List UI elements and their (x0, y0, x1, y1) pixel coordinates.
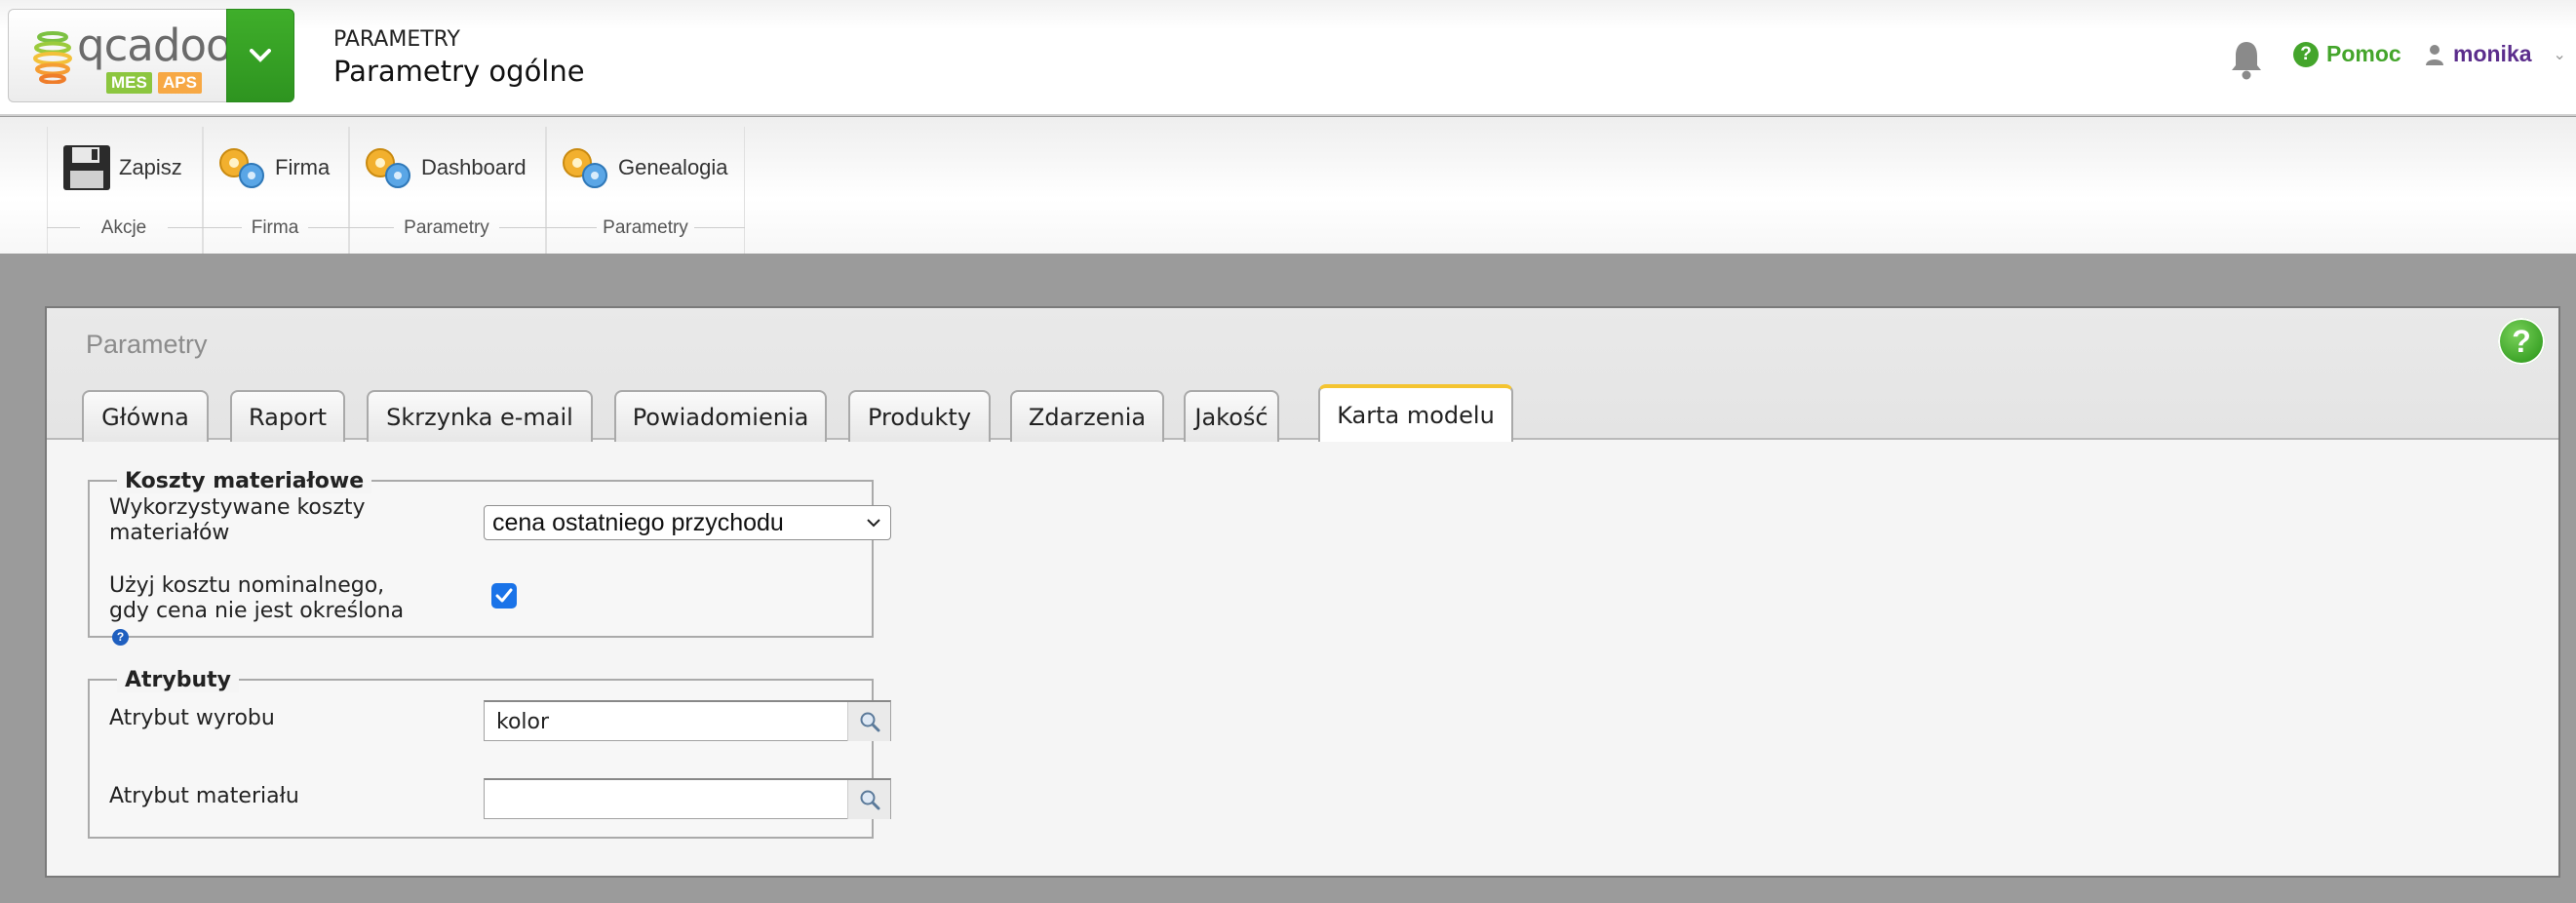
material-attribute-field[interactable] (484, 778, 891, 819)
dashboard-button[interactable]: Dashboard (363, 144, 527, 191)
logo-tag-aps: APS (158, 72, 202, 94)
chevron-down-icon: ⌄ (2553, 46, 2566, 63)
tab-produkty[interactable]: Produkty (848, 390, 991, 442)
gears-icon (563, 148, 607, 188)
material-costs-section: Koszty materiałowe Wykorzystywane koszty… (88, 469, 891, 646)
tab-raport[interactable]: Raport (230, 390, 345, 442)
ribbon-divider-line (308, 227, 349, 228)
logo-swirl-icon (33, 31, 72, 84)
chevron-down-icon (250, 49, 271, 62)
save-button-label: Zapisz (119, 155, 182, 179)
user-icon (2426, 44, 2443, 65)
genealogy-button-label: Genealogia (618, 155, 728, 179)
ribbon-divider-line (694, 227, 745, 228)
search-button[interactable] (847, 702, 890, 741)
search-icon (860, 712, 879, 732)
user-name: monika (2453, 41, 2532, 66)
used-costs-select[interactable]: cena ostatniego przychodu (484, 505, 891, 540)
nominal-cost-label: Użyj kosztu nominalnego, gdy cena nie je… (109, 573, 421, 649)
product-attribute-label: Atrybut wyrobu (109, 706, 275, 730)
ribbon-group-label: Firma (251, 217, 299, 238)
logo-tag-mes: MES (106, 72, 152, 94)
attributes-section: Atrybuty Atrybut wyrobu kolor Atrybut ma… (88, 668, 891, 839)
help-link[interactable]: ? Pomoc (2293, 41, 2401, 67)
used-costs-label: Wykorzystywane koszty materiałów (109, 495, 366, 545)
material-costs-legend: Koszty materiałowe (117, 469, 372, 493)
ribbon-toolbar: Zapisz Akcje Firma Firma Dashboard Param… (0, 117, 2576, 254)
ribbon-group-label: Parametry (603, 217, 688, 238)
ribbon-group-label: Akcje (100, 217, 147, 238)
panel-title: Parametry (86, 330, 208, 359)
search-icon (860, 790, 879, 810)
tab-skrzynka-email[interactable]: Skrzynka e-mail (367, 390, 593, 442)
search-button[interactable] (847, 780, 890, 819)
attributes-legend: Atrybuty (117, 668, 240, 692)
gears-icon (366, 148, 410, 188)
info-icon[interactable]: ? (112, 628, 129, 646)
ribbon-divider-line (203, 227, 242, 228)
logo-wordmark: qcadoo (77, 20, 233, 71)
ribbon-divider-line (47, 227, 80, 228)
product-attribute-field[interactable]: kolor (484, 700, 891, 741)
breadcrumb: PARAMETRY (333, 27, 460, 52)
nominal-cost-text: Użyj kosztu nominalnego, gdy cena nie je… (109, 573, 405, 623)
material-attribute-label: Atrybut materiału (109, 784, 299, 808)
ribbon-divider-line (499, 227, 546, 228)
ribbon-divider-line (168, 227, 203, 228)
ribbon-divider-line (546, 227, 597, 228)
genealogy-button[interactable]: Genealogia (560, 144, 728, 191)
user-menu[interactable]: monika ⌄ (2426, 41, 2566, 67)
panel-header: Parametry ? Główna Raport Skrzynka e-mai… (47, 308, 2558, 442)
tab-zdarzenia[interactable]: Zdarzenia (1010, 390, 1164, 442)
company-button[interactable]: Firma (216, 144, 330, 191)
ribbon-group-label: Parametry (404, 217, 489, 238)
top-bar: qcadoo MES APS PARAMETRY Parametry ogóln… (0, 0, 2576, 116)
used-costs-value: cena ostatniego przychodu (492, 508, 784, 536)
app-logo[interactable]: qcadoo MES APS (8, 9, 233, 102)
ribbon-divider-line (349, 227, 394, 228)
save-button[interactable]: Zapisz (62, 144, 182, 191)
tab-glowna[interactable]: Główna (82, 390, 209, 442)
gears-icon (219, 148, 264, 188)
bell-icon[interactable] (2229, 39, 2264, 80)
dashboard-button-label: Dashboard (421, 155, 527, 179)
tab-jakosc[interactable]: Jakość (1184, 390, 1279, 442)
help-icon[interactable]: ? (2498, 318, 2545, 365)
chevron-down-icon (867, 519, 880, 528)
help-circle-icon: ? (2293, 41, 2319, 67)
checkmark-icon (495, 588, 513, 603)
product-attribute-value: kolor (496, 710, 550, 734)
help-label: Pomoc (2326, 41, 2401, 66)
nominal-cost-checkbox[interactable] (491, 583, 517, 609)
page-title: Parametry ogólne (333, 55, 585, 88)
company-button-label: Firma (275, 155, 331, 179)
parameters-panel: Parametry ? Główna Raport Skrzynka e-mai… (45, 306, 2560, 878)
tab-karta-modelu[interactable]: Karta modelu (1318, 384, 1513, 442)
floppy-disk-icon (63, 145, 110, 190)
menu-toggle-button[interactable] (226, 9, 294, 102)
tab-powiadomienia[interactable]: Powiadomienia (614, 390, 827, 442)
